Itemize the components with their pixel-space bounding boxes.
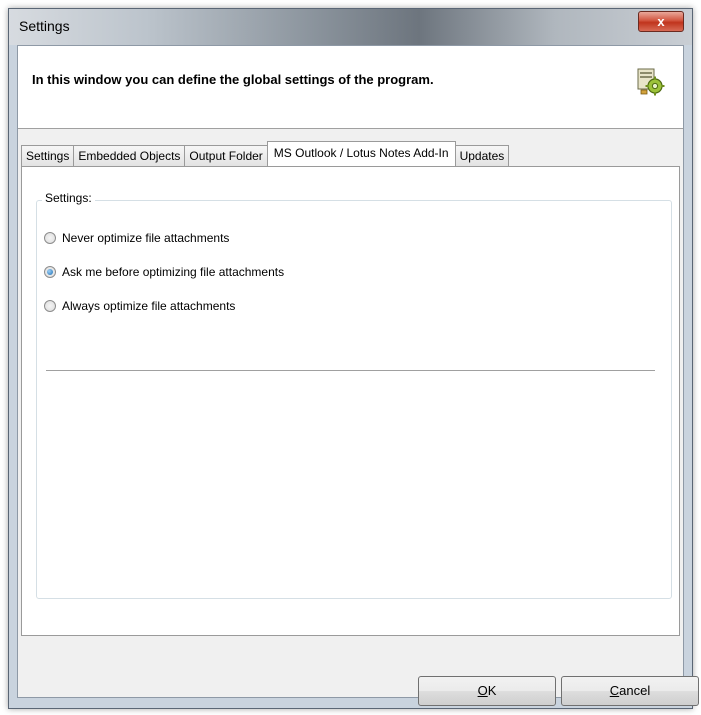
tab-strip: Settings Embedded Objects Output Folder … — [21, 141, 510, 166]
window-title: Settings — [19, 18, 70, 34]
option-never-optimize[interactable]: Never optimize file attachments — [44, 231, 229, 245]
option-always-optimize[interactable]: Always optimize file attachments — [44, 299, 235, 313]
option-label: Never optimize file attachments — [62, 231, 230, 245]
cancel-label-rest: ancel — [619, 683, 651, 698]
settings-groupbox — [36, 200, 672, 599]
option-label: Always optimize file attachments — [62, 299, 236, 313]
ok-label-rest: K — [487, 683, 497, 698]
tab-embedded-objects[interactable]: Embedded Objects — [73, 145, 186, 166]
cancel-button[interactable]: Cancel — [561, 676, 699, 706]
settings-gear-icon — [637, 68, 665, 96]
option-label: Ask me before optimizing file attachment… — [62, 265, 285, 279]
tab-settings[interactable]: Settings — [21, 145, 75, 166]
tab-output-folder[interactable]: Output Folder — [184, 145, 268, 166]
close-button[interactable]: x — [638, 11, 684, 32]
separator-line — [46, 370, 655, 372]
ok-mnemonic: O — [477, 683, 488, 698]
dialog-header: In this window you can define the global… — [18, 46, 683, 129]
header-description: In this window you can define the global… — [32, 72, 434, 87]
tab-updates[interactable]: Updates — [454, 145, 510, 166]
settings-dialog: Settings x In this window you can define… — [8, 8, 699, 709]
title-bar[interactable]: Settings x — [9, 9, 692, 45]
tab-panel: Settings: Never optimize file attachment… — [21, 166, 680, 636]
groupbox-title: Settings: — [42, 191, 95, 205]
radio-never-optimize[interactable] — [44, 232, 56, 244]
ok-button[interactable]: OK — [418, 676, 556, 706]
option-ask-before-optimizing[interactable]: Ask me before optimizing file attachment… — [44, 265, 284, 279]
cancel-mnemonic: C — [609, 683, 620, 698]
tab-ms-outlook-lotus-notes-add-in[interactable]: MS Outlook / Lotus Notes Add-In — [266, 141, 456, 166]
dialog-client-area: In this window you can define the global… — [17, 45, 699, 706]
radio-ask-before-optimizing[interactable] — [44, 266, 56, 278]
radio-always-optimize[interactable] — [44, 300, 56, 312]
